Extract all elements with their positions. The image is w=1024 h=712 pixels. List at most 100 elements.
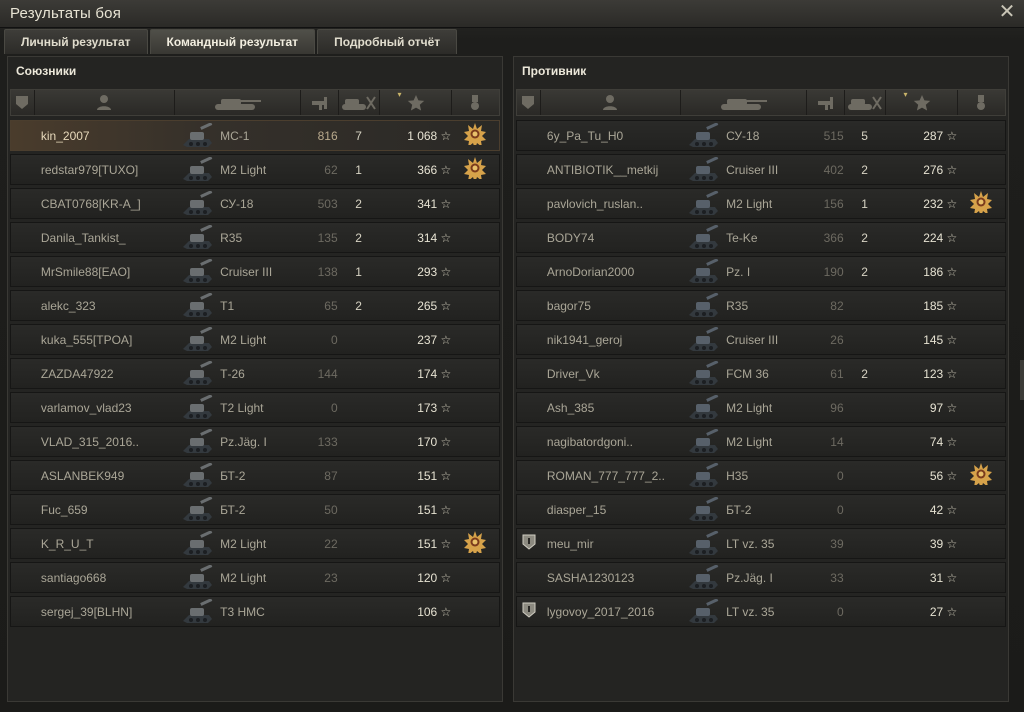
allies-header-damage[interactable] bbox=[301, 90, 339, 115]
frags-value: 2 bbox=[861, 162, 868, 177]
enemies-header-player[interactable] bbox=[541, 90, 681, 115]
allies-row[interactable]: K_R_U_T M2 Light 22 151 ☆ bbox=[10, 528, 500, 559]
enemies-row[interactable]: Driver_Vk FCM 36 61 2 123 ☆ bbox=[516, 358, 1006, 389]
xp-cell: 74 ☆ bbox=[885, 435, 957, 449]
close-icon[interactable]: ✕ bbox=[998, 2, 1016, 22]
allies-row[interactable]: Danila_Tankist_ R35 135 2 314 ☆ bbox=[10, 222, 500, 253]
enemies-row[interactable]: 6y_Pa_Tu_H0 СУ-18 515 5 287 ☆ bbox=[516, 120, 1006, 151]
platoon-cell bbox=[517, 155, 541, 184]
platoon-cell bbox=[517, 427, 541, 456]
xp-value: 224 bbox=[923, 230, 944, 245]
allies-row[interactable]: VLAD_315_2016.. Pz.Jäg. I 133 170 ☆ bbox=[10, 426, 500, 457]
vehicle-name: M2 Light bbox=[220, 570, 267, 585]
medal-icon[interactable] bbox=[464, 123, 487, 149]
allies-header-platoon[interactable] bbox=[11, 90, 35, 115]
player-name: ASLANBEK949 bbox=[40, 468, 125, 483]
enemies-header-damage[interactable] bbox=[807, 90, 845, 115]
xp-star-icon: ☆ bbox=[440, 128, 452, 143]
allies-row[interactable]: alekc_323 T1 65 2 265 ☆ bbox=[10, 290, 500, 321]
xp-cell: 97 ☆ bbox=[885, 401, 957, 415]
scrollbar-edge[interactable] bbox=[1020, 360, 1024, 400]
medal-icon bbox=[973, 94, 989, 111]
xp-value: 237 bbox=[417, 332, 438, 347]
allies-row[interactable]: varlamov_vlad23 T2 Light 0 173 ☆ bbox=[10, 392, 500, 423]
enemies-row[interactable]: pavlovich_ruslan.. M2 Light 156 1 232 ☆ bbox=[516, 188, 1006, 219]
xp-cell: 151 ☆ bbox=[379, 503, 451, 517]
player-name: sergej_39[BLHN] bbox=[40, 604, 133, 619]
medal-icon[interactable] bbox=[464, 157, 487, 183]
allies-header-medal[interactable] bbox=[452, 90, 499, 115]
vehicle-name: FCM 36 bbox=[726, 366, 769, 381]
enemies-row[interactable]: ArnoDorian2000 Pz. I 190 2 186 ☆ bbox=[516, 256, 1006, 287]
enemies-row[interactable]: meu_mir LT vz. 35 39 39 ☆ bbox=[516, 528, 1006, 559]
enemies-header-platoon[interactable] bbox=[517, 90, 541, 115]
xp-value: 265 bbox=[417, 298, 438, 313]
xp-star-icon: ☆ bbox=[946, 468, 958, 483]
allies-row[interactable]: Fuc_659 БТ-2 50 151 ☆ bbox=[10, 494, 500, 525]
enemies-row[interactable]: ROMAN_777_777_2.. H35 0 56 ☆ bbox=[516, 460, 1006, 491]
allies-row[interactable]: redstar979[TUXO] M2 Light 62 1 366 ☆ bbox=[10, 154, 500, 185]
medal-icon[interactable] bbox=[970, 191, 993, 217]
tank-icon bbox=[682, 359, 724, 388]
allies-row[interactable]: kuka_555[TPOA] M2 Light 0 237 ☆ bbox=[10, 324, 500, 355]
enemies-row[interactable]: Ash_385 M2 Light 96 97 ☆ bbox=[516, 392, 1006, 423]
enemies-row[interactable]: bagor75 R35 82 185 ☆ bbox=[516, 290, 1006, 321]
allies-row[interactable]: MrSmile88[EAO] Cruiser III 138 1 293 ☆ bbox=[10, 256, 500, 287]
allies-header-xp-star[interactable]: ▾ bbox=[380, 90, 452, 115]
allies-list: kin_2007 МС-1 816 7 1 068 ☆ redstar979[TUXO]… bbox=[10, 120, 500, 630]
enemies-header-medal[interactable] bbox=[958, 90, 1005, 115]
player-name: Danila_Tankist_ bbox=[40, 230, 126, 245]
enemies-row[interactable]: lygovoy_2017_2016 LT vz. 35 0 27 ☆ bbox=[516, 596, 1006, 627]
tank-icon bbox=[176, 291, 218, 320]
xp-value: 106 bbox=[417, 604, 438, 619]
xp-cell: 293 ☆ bbox=[379, 265, 451, 279]
enemies-row[interactable]: ANTIBIOTIK__metkij Cruiser III 402 2 276 ☆ bbox=[516, 154, 1006, 185]
platoon-cell bbox=[11, 155, 35, 184]
vehicle-name: R35 bbox=[726, 298, 749, 313]
tab-detailed-report[interactable]: Подробный отчёт bbox=[317, 29, 458, 54]
allies-header-player[interactable] bbox=[35, 90, 175, 115]
xp-star-icon: ☆ bbox=[946, 196, 958, 211]
xp-star-icon: ☆ bbox=[440, 604, 452, 619]
enemies-row[interactable]: SASHA1230123 Pz.Jäg. I 33 31 ☆ bbox=[516, 562, 1006, 593]
player-name: nagibatordgoni.. bbox=[546, 434, 633, 449]
allies-row[interactable]: kin_2007 МС-1 816 7 1 068 ☆ bbox=[10, 120, 500, 151]
medal-icon[interactable] bbox=[970, 463, 993, 489]
allies-header-tank[interactable] bbox=[175, 90, 302, 115]
damage-value: 62 bbox=[324, 162, 338, 177]
vehicle-name: M2 Light bbox=[726, 400, 773, 415]
medal-cell bbox=[957, 461, 1005, 490]
player-name: VLAD_315_2016.. bbox=[40, 434, 139, 449]
tank-icon bbox=[176, 393, 218, 422]
enemies-row[interactable]: nik1941_geroj Cruiser III 26 145 ☆ bbox=[516, 324, 1006, 355]
enemies-row[interactable]: diasper_15 БТ-2 0 42 ☆ bbox=[516, 494, 1006, 525]
window-title: Результаты боя bbox=[10, 5, 122, 22]
player-name: varlamov_vlad23 bbox=[40, 400, 132, 415]
allies-row[interactable]: sergej_39[BLHN] T3 HMC 106 ☆ bbox=[10, 596, 500, 627]
enemies-row[interactable]: nagibatordgoni.. M2 Light 14 74 ☆ bbox=[516, 426, 1006, 457]
vehicle-name: СУ-18 bbox=[220, 196, 254, 211]
allies-row[interactable]: ZAZDA47922 Т-26 144 174 ☆ bbox=[10, 358, 500, 389]
allies-row[interactable]: santiago668 M2 Light 23 120 ☆ bbox=[10, 562, 500, 593]
xp-cell: 42 ☆ bbox=[885, 503, 957, 517]
enemies-header-tank[interactable] bbox=[681, 90, 808, 115]
damage-value: 156 bbox=[823, 196, 844, 211]
tank-icon bbox=[176, 257, 218, 286]
medal-cell bbox=[957, 597, 1005, 626]
allies-row[interactable]: ASLANBEK949 БТ-2 87 151 ☆ bbox=[10, 460, 500, 491]
player-name: ZAZDA47922 bbox=[40, 366, 114, 381]
tab-personal-result[interactable]: Личный результат bbox=[4, 29, 148, 54]
player-name: 6y_Pa_Tu_H0 bbox=[546, 128, 624, 143]
enemies-header-frags[interactable] bbox=[845, 90, 887, 115]
enemies-row[interactable]: BODY74 Te-Ke 366 2 224 ☆ bbox=[516, 222, 1006, 253]
medal-cell bbox=[957, 325, 1005, 354]
medal-icon[interactable] bbox=[464, 531, 487, 557]
allies-header-frags[interactable] bbox=[339, 90, 381, 115]
xp-star-icon: ☆ bbox=[440, 536, 452, 551]
allies-row[interactable]: CBAT0768[KR-A_] СУ-18 503 2 341 ☆ bbox=[10, 188, 500, 219]
tank-icon bbox=[176, 427, 218, 456]
vehicle-name: M2 Light bbox=[726, 196, 773, 211]
enemies-header-xp-star[interactable]: ▾ bbox=[886, 90, 958, 115]
medal-cell bbox=[957, 155, 1005, 184]
tab-team-result[interactable]: Командный результат bbox=[149, 29, 316, 54]
